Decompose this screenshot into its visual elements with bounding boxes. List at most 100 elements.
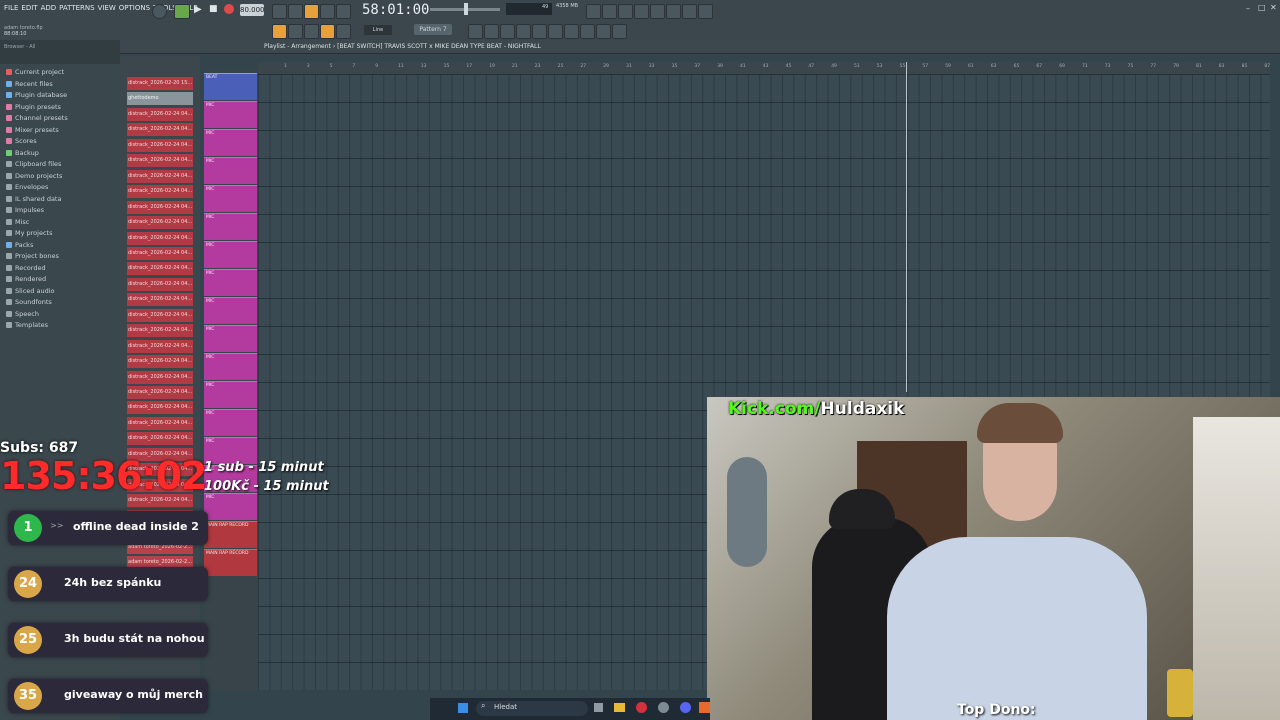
output-icon[interactable] <box>612 24 627 39</box>
browser-item[interactable]: Channel presets <box>6 114 68 122</box>
browser-item[interactable]: Backup <box>6 149 39 157</box>
windows-start-icon[interactable] <box>458 703 468 713</box>
browser-item[interactable]: Envelopes <box>6 183 48 191</box>
pattern-selector[interactable]: Pattern 7 <box>414 24 452 35</box>
tempo-display[interactable]: 80.000 <box>240 4 265 16</box>
browser-item[interactable]: Demo projects <box>6 172 62 180</box>
channel-item[interactable]: distrack_2026-02-24 04... <box>127 107 193 121</box>
browser-item[interactable]: Recent files <box>6 80 53 88</box>
browser-item[interactable]: Plugin database <box>6 91 67 99</box>
channel-item[interactable]: ghettodemo <box>127 92 193 106</box>
stop-icon[interactable]: ■ <box>209 4 218 14</box>
touch-keyboard-icon[interactable] <box>564 24 579 39</box>
browser-item[interactable]: Soundfonts <box>6 298 52 306</box>
tools-icon[interactable] <box>580 24 595 39</box>
track-clip[interactable]: MAIN RAP RECORD <box>204 521 257 548</box>
metronome-icon[interactable] <box>272 4 287 19</box>
browser-item[interactable]: Impulses <box>6 206 44 214</box>
loop-record-icon[interactable] <box>336 4 351 19</box>
plugin-picker-icon[interactable] <box>532 24 547 39</box>
fl-studio-icon[interactable] <box>699 702 710 713</box>
channel-item[interactable]: distrack_2026-02-24 04... <box>127 169 193 183</box>
browser-item[interactable]: Scores <box>6 137 37 145</box>
master-pitch-handle[interactable] <box>464 3 468 15</box>
arrow-icon[interactable] <box>288 24 303 39</box>
channel-item[interactable]: distrack_2026-02-24 04... <box>127 416 193 430</box>
close-icon[interactable]: ✕ <box>1270 3 1277 12</box>
track-clip[interactable]: MIC <box>204 213 257 240</box>
channel-item[interactable]: distrack_2026-02-24 04... <box>127 231 193 245</box>
channel-item[interactable]: distrack_2026-02-20 15... <box>127 77 193 90</box>
countdown-icon[interactable] <box>304 4 319 19</box>
browser-item[interactable]: Mixer presets <box>6 126 59 134</box>
save-icon[interactable] <box>650 4 665 19</box>
audio-settings-icon[interactable] <box>634 4 649 19</box>
task-view-icon[interactable] <box>594 703 603 712</box>
browser-item[interactable]: My projects <box>6 229 52 237</box>
channel-item[interactable]: distrack_2026-02-24 04... <box>127 262 193 276</box>
opera-icon[interactable] <box>636 702 647 713</box>
piano-roll-icon[interactable] <box>468 24 483 39</box>
mixer-window-icon[interactable] <box>484 24 499 39</box>
menu-file[interactable]: FILE <box>4 4 18 12</box>
wait-input-icon[interactable] <box>288 4 303 19</box>
browser-item[interactable]: Project bones <box>6 252 59 260</box>
blend-notes-icon[interactable] <box>320 4 335 19</box>
stamp-icon[interactable] <box>336 24 351 39</box>
browser-item[interactable]: Plugin presets <box>6 103 61 111</box>
minimize-icon[interactable]: – <box>1246 4 1250 13</box>
browser-item[interactable]: Sliced audio <box>6 287 55 295</box>
channel-item[interactable]: distrack_2026-02-24 04... <box>127 123 193 137</box>
record-icon[interactable] <box>224 4 234 14</box>
browser-item[interactable]: Clipboard files <box>6 160 61 168</box>
browser-icon[interactable] <box>516 24 531 39</box>
pencil-icon[interactable] <box>304 24 319 39</box>
channel-item[interactable]: distrack_2026-02-24 04... <box>127 216 193 230</box>
channel-item[interactable]: distrack_2026-02-24 04... <box>127 200 193 214</box>
channel-item[interactable]: distrack_2026-02-24 04... <box>127 293 193 307</box>
channel-item[interactable]: distrack_2026-02-24 04... <box>127 401 193 415</box>
channel-rack-icon[interactable] <box>500 24 515 39</box>
track-clip[interactable]: MIC <box>204 353 257 380</box>
browser-item[interactable]: Misc <box>6 218 29 226</box>
pattern-song-toggle[interactable] <box>174 4 190 19</box>
mixer-icon[interactable] <box>666 4 681 19</box>
channel-item[interactable]: distrack_2026-02-24 04... <box>127 324 193 338</box>
channel-item[interactable]: distrack_2026-02-24 04... <box>127 370 193 384</box>
channel-item[interactable]: distrack_2026-02-24 04... <box>127 386 193 399</box>
track-clip[interactable]: MIC <box>204 381 257 408</box>
file-explorer-icon[interactable] <box>614 703 625 712</box>
track-clip[interactable]: MIC <box>204 241 257 268</box>
track-clip[interactable]: MAIN RAP RECORD <box>204 549 257 576</box>
channel-item[interactable]: distrack_2026-02-24 04... <box>127 432 193 446</box>
track-clip[interactable]: MIC <box>204 269 257 296</box>
taskbar-search[interactable] <box>476 701 588 716</box>
song-position-clock[interactable]: 58:01:00 <box>362 2 429 18</box>
browser-item[interactable]: IL shared data <box>6 195 61 203</box>
link-icon[interactable] <box>596 24 611 39</box>
download-icon[interactable] <box>698 4 713 19</box>
maximize-icon[interactable]: □ <box>1258 3 1266 12</box>
discord-icon[interactable] <box>680 702 691 713</box>
browser-item[interactable]: Current project <box>6 68 64 76</box>
track-clip[interactable]: MIC <box>204 325 257 352</box>
microphone-icon[interactable] <box>618 4 633 19</box>
menu-view[interactable]: VIEW <box>98 4 116 12</box>
browser-item[interactable]: Templates <box>6 321 48 329</box>
channel-item[interactable]: distrack_2026-02-24 04... <box>127 154 193 168</box>
master-volume-knob-icon[interactable] <box>152 4 167 19</box>
track-clip[interactable]: MIC <box>204 409 257 436</box>
track-clip[interactable]: MIC <box>204 129 257 156</box>
browser-item[interactable]: Speech <box>6 310 39 318</box>
menu-add[interactable]: ADD <box>41 4 57 12</box>
history-icon[interactable] <box>586 4 601 19</box>
channel-item[interactable]: distrack_2026-02-24 04... <box>127 138 193 152</box>
menu-options[interactable]: OPTIONS <box>119 4 150 12</box>
channel-item[interactable]: distrack_2026-02-24 04... <box>127 339 193 353</box>
channel-item[interactable]: distrack_2026-02-24 04... <box>127 277 193 291</box>
menu-edit[interactable]: EDIT <box>21 4 37 12</box>
playlist-icon[interactable] <box>272 24 287 39</box>
magnet-icon[interactable] <box>320 24 335 39</box>
cut-icon[interactable] <box>602 4 617 19</box>
browser-item[interactable]: Rendered <box>6 275 46 283</box>
